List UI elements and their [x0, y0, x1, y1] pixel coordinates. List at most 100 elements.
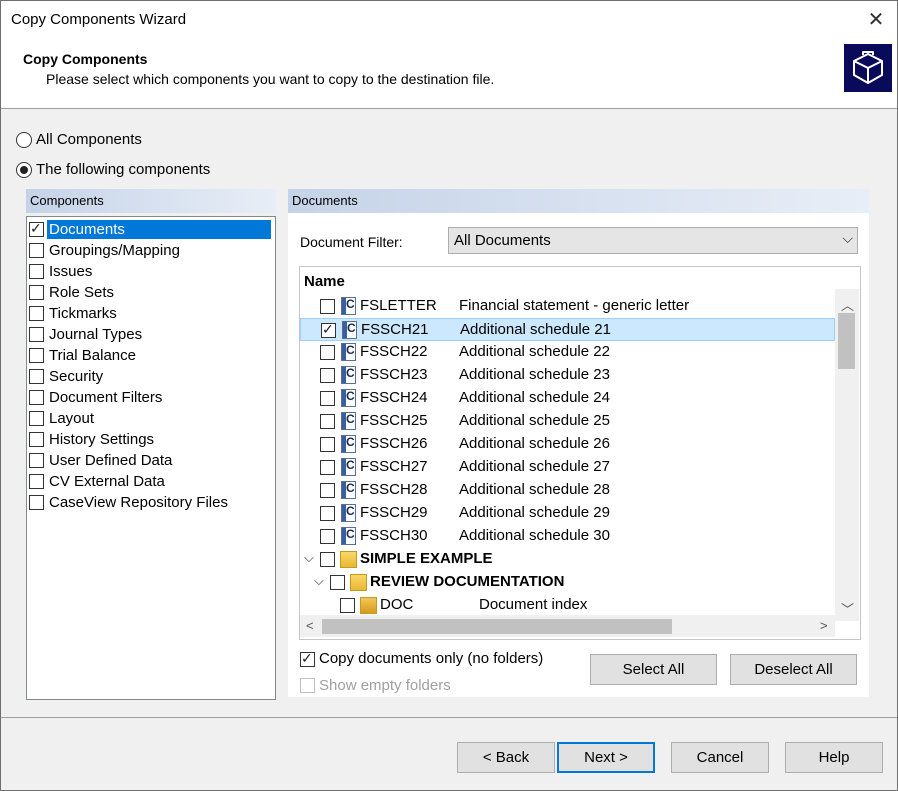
document-name: FSSCH25: [360, 412, 428, 429]
document-checkbox[interactable]: [320, 345, 335, 360]
component-item[interactable]: History Settings: [27, 429, 273, 450]
vertical-scroll-thumb[interactable]: [838, 313, 855, 369]
folder-checkbox[interactable]: [330, 575, 345, 590]
component-label[interactable]: Security: [47, 367, 105, 386]
component-checkbox[interactable]: [29, 432, 44, 447]
document-checkbox[interactable]: [320, 483, 335, 498]
component-checkbox[interactable]: [29, 264, 44, 279]
component-checkbox[interactable]: [29, 453, 44, 468]
component-label[interactable]: User Defined Data: [47, 451, 174, 470]
component-checkbox[interactable]: [29, 369, 44, 384]
scroll-up-icon[interactable]: ︿: [841, 295, 854, 314]
document-row[interactable]: C FSSCH22 Additional schedule 22: [300, 341, 835, 364]
show-empty-folders-label[interactable]: Show empty folders: [319, 677, 451, 694]
component-label[interactable]: CV External Data: [47, 472, 167, 491]
component-label[interactable]: Document Filters: [47, 388, 164, 407]
document-row[interactable]: C FSSCH24 Additional schedule 24: [300, 387, 835, 410]
document-row[interactable]: C FSSCH26 Additional schedule 26: [300, 433, 835, 456]
all-components-label[interactable]: All Components: [36, 131, 142, 148]
close-icon[interactable]: ✕: [859, 5, 893, 35]
next-button[interactable]: Next >: [557, 742, 655, 773]
component-checkbox[interactable]: [29, 495, 44, 510]
components-list[interactable]: Documents Groupings/Mapping Issues Role Set…: [26, 216, 276, 700]
component-label[interactable]: CaseView Repository Files: [47, 493, 230, 512]
component-checkbox[interactable]: [29, 306, 44, 321]
component-label[interactable]: Journal Types: [47, 325, 144, 344]
folder-checkbox[interactable]: [320, 552, 335, 567]
component-item[interactable]: Security: [27, 366, 273, 387]
component-label[interactable]: Trial Balance: [47, 346, 138, 365]
component-item[interactable]: Documents: [27, 219, 273, 240]
document-row[interactable]: C FSSCH29 Additional schedule 29: [300, 502, 835, 525]
scroll-left-icon[interactable]: <: [306, 618, 314, 633]
copy-documents-only-label[interactable]: Copy documents only (no folders): [319, 650, 543, 667]
document-checkbox[interactable]: [320, 368, 335, 383]
component-item[interactable]: Tickmarks: [27, 303, 273, 324]
component-label[interactable]: Role Sets: [47, 283, 116, 302]
component-item[interactable]: Layout: [27, 408, 273, 429]
component-item[interactable]: Journal Types: [27, 324, 273, 345]
scroll-right-icon[interactable]: >: [820, 618, 828, 633]
component-label[interactable]: Layout: [47, 409, 96, 428]
document-row[interactable]: C FSSCH30 Additional schedule 30: [300, 525, 835, 548]
component-item[interactable]: Document Filters: [27, 387, 273, 408]
document-row[interactable]: C FSSCH28 Additional schedule 28: [300, 479, 835, 502]
vertical-scrollbar[interactable]: ︿ ﹀: [835, 289, 859, 621]
document-checkbox[interactable]: [321, 321, 336, 338]
horizontal-scrollbar[interactable]: < >: [300, 615, 835, 637]
document-checkbox[interactable]: [320, 437, 335, 452]
all-components-radio[interactable]: [16, 132, 32, 148]
component-item[interactable]: CV External Data: [27, 471, 273, 492]
component-item[interactable]: Trial Balance: [27, 345, 273, 366]
document-checkbox[interactable]: [320, 391, 335, 406]
component-item[interactable]: Groupings/Mapping: [27, 240, 273, 261]
document-checkbox[interactable]: [320, 299, 335, 314]
component-item[interactable]: CaseView Repository Files: [27, 492, 273, 513]
component-checkbox[interactable]: [29, 285, 44, 300]
select-all-button[interactable]: Select All: [590, 654, 717, 685]
component-label[interactable]: Tickmarks: [47, 304, 119, 323]
document-checkbox[interactable]: [320, 506, 335, 521]
component-checkbox[interactable]: [29, 327, 44, 342]
document-checkbox[interactable]: [320, 460, 335, 475]
folder-row[interactable]: ⌵ SIMPLE EXAMPLE: [300, 548, 835, 571]
show-empty-folders-checkbox[interactable]: [300, 678, 315, 693]
component-item[interactable]: Role Sets: [27, 282, 273, 303]
component-checkbox[interactable]: [29, 243, 44, 258]
component-label[interactable]: Issues: [47, 262, 94, 281]
document-checkbox[interactable]: [320, 529, 335, 544]
deselect-all-button[interactable]: Deselect All: [730, 654, 857, 685]
component-label[interactable]: Groupings/Mapping: [47, 241, 182, 260]
document-row[interactable]: C FSLETTER Financial statement - generic l…: [300, 295, 835, 318]
name-column-header[interactable]: Name: [304, 273, 345, 290]
chevron-down-icon[interactable]: ⌵: [314, 573, 324, 589]
document-checkbox[interactable]: [320, 414, 335, 429]
cancel-button[interactable]: Cancel: [671, 742, 769, 773]
scroll-down-icon[interactable]: ﹀: [841, 599, 854, 618]
component-item[interactable]: User Defined Data: [27, 450, 273, 471]
following-components-label[interactable]: The following components: [36, 161, 210, 178]
document-filter-select[interactable]: All Documents ⌵: [448, 227, 858, 254]
component-checkbox[interactable]: [29, 474, 44, 489]
document-checkbox[interactable]: [340, 598, 355, 613]
documents-tree[interactable]: Name ︿ ﹀ < > C FSLETTER Financial statemen…: [299, 266, 861, 640]
following-components-radio[interactable]: [16, 162, 32, 178]
component-checkbox[interactable]: [29, 411, 44, 426]
component-item[interactable]: Issues: [27, 261, 273, 282]
document-row[interactable]: C FSSCH21 Additional schedule 21: [300, 318, 835, 341]
help-button[interactable]: Help: [785, 742, 883, 773]
component-label[interactable]: Documents: [47, 220, 271, 239]
folder-row[interactable]: ⌵ REVIEW DOCUMENTATION: [300, 571, 835, 594]
component-label[interactable]: History Settings: [47, 430, 156, 449]
component-checkbox[interactable]: [29, 390, 44, 405]
back-button[interactable]: < Back: [457, 742, 555, 773]
document-row[interactable]: C FSSCH27 Additional schedule 27: [300, 456, 835, 479]
chevron-down-icon[interactable]: ⌵: [304, 550, 314, 566]
component-checkbox[interactable]: [29, 348, 44, 363]
document-row[interactable]: DOC Document index: [300, 594, 835, 617]
copy-documents-only-checkbox[interactable]: [300, 650, 315, 667]
document-row[interactable]: C FSSCH23 Additional schedule 23: [300, 364, 835, 387]
horizontal-scroll-thumb[interactable]: [322, 619, 672, 634]
document-row[interactable]: C FSSCH25 Additional schedule 25: [300, 410, 835, 433]
component-checkbox[interactable]: [29, 220, 44, 237]
